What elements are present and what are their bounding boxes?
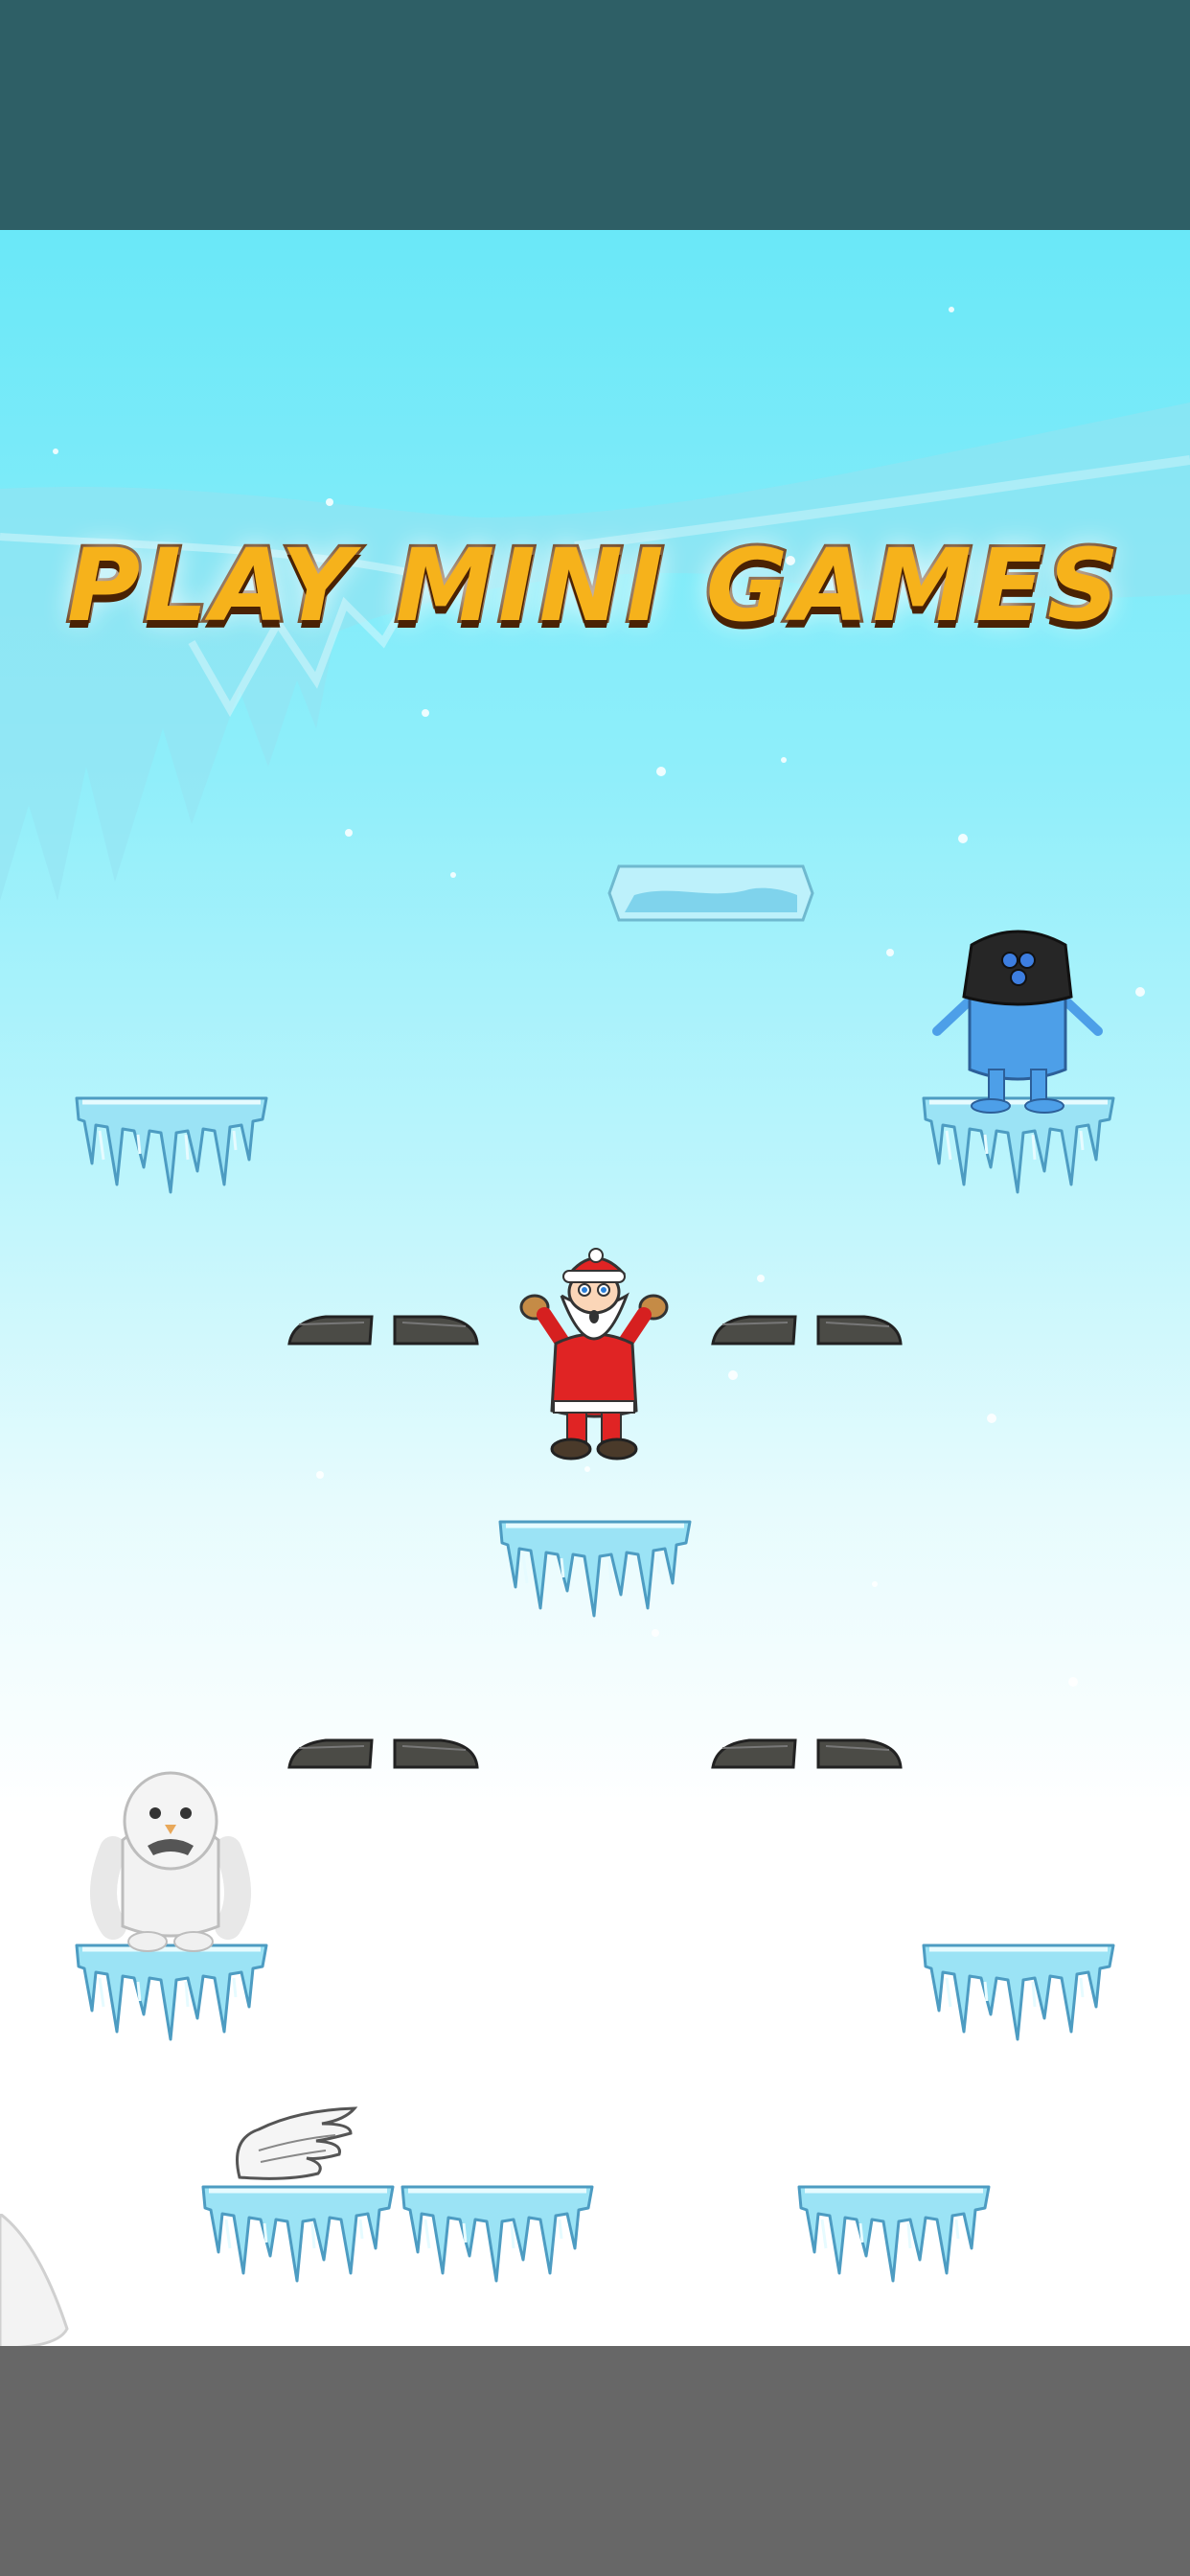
top-status-bar — [0, 0, 1190, 230]
rock-platform-upper-right[interactable] — [711, 1311, 903, 1349]
snowflake — [886, 949, 894, 956]
snowflake — [757, 1275, 765, 1282]
snowflake — [949, 307, 954, 312]
snowflake — [422, 709, 429, 717]
snowflake — [652, 1629, 659, 1637]
snowflake — [1068, 1677, 1078, 1687]
ice-platform-bottom-1[interactable] — [197, 2181, 399, 2287]
snowflake — [345, 829, 353, 837]
snowflake — [728, 1370, 738, 1380]
ice-platform-lower-right[interactable] — [918, 1940, 1119, 2045]
blue-monster-character[interactable] — [931, 926, 1104, 1117]
snowflake — [326, 498, 333, 506]
snowflake — [53, 448, 58, 454]
snowflake — [656, 767, 666, 776]
ice-platform-bottom-2[interactable] — [397, 2181, 598, 2287]
snowflake — [872, 1581, 878, 1587]
wing-powerup-icon[interactable] — [230, 2101, 364, 2187]
snowflake — [316, 1471, 324, 1479]
ice-platform-lower-left[interactable] — [71, 1940, 272, 2045]
snowflake — [987, 1414, 996, 1423]
glass-ice-platform[interactable] — [606, 862, 816, 924]
snowflake — [1135, 987, 1145, 997]
ice-platform-bottom-3[interactable] — [793, 2181, 995, 2287]
partial-snow-object — [0, 2214, 69, 2346]
snowflake — [781, 757, 787, 763]
rock-platform-upper-left[interactable] — [287, 1311, 479, 1349]
ice-platform-middle[interactable] — [494, 1516, 696, 1622]
snowflake — [450, 872, 456, 878]
yeti-character[interactable] — [84, 1763, 257, 1955]
rock-platform-lower-right[interactable] — [711, 1735, 903, 1773]
rock-platform-lower-left[interactable] — [287, 1735, 479, 1773]
bottom-navigation-bar — [0, 2346, 1190, 2576]
santa-character[interactable] — [517, 1248, 671, 1468]
page-title: PLAY MINI GAMES — [64, 524, 1123, 647]
snowflake — [958, 834, 968, 843]
game-scene: PLAY MINI GAMES — [0, 230, 1190, 2346]
ice-platform-upper-left[interactable] — [71, 1092, 272, 1198]
